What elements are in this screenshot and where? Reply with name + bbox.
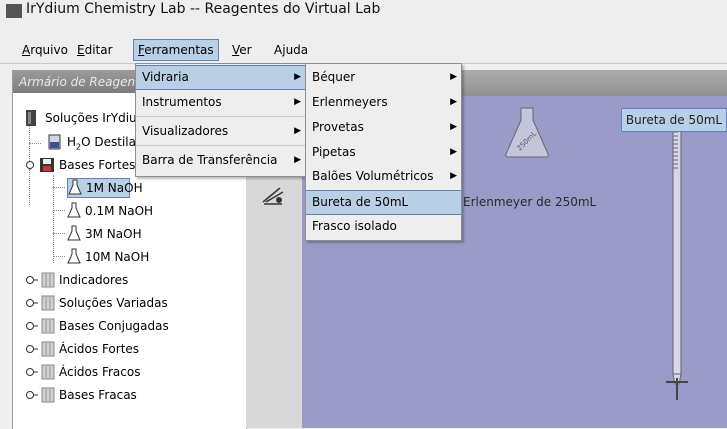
burette-label: Bureta de 50mL	[621, 108, 727, 132]
folder-icon	[41, 341, 55, 357]
menu-ajuda[interactable]: Ajuda	[270, 40, 312, 60]
menu-item-label: Barra de Transferência	[142, 153, 278, 167]
submenu-arrow-icon: ▶	[450, 122, 457, 132]
tree-item-label: Indicadores	[59, 273, 129, 287]
bottle-icon	[26, 110, 36, 126]
menu-item-label: Visualizadores	[142, 124, 229, 138]
menu-item-vidraria[interactable]: Vidraria ▶	[136, 65, 305, 90]
window-title-bar: IrYdium Chemistry Lab -- Reagentes do Vi…	[0, 0, 727, 22]
flask-icon	[67, 225, 81, 241]
menu-item-barra-transferencia[interactable]: Barra de Transferência ▶	[136, 148, 305, 173]
tree-item-label: 3M NaOH	[85, 227, 142, 241]
stockroom-title: Armário de Reagentes	[19, 75, 154, 89]
tree-item-label: 10M NaOH	[85, 250, 150, 264]
menu-label: uda	[285, 43, 309, 57]
submenu-arrow-icon: ▶	[294, 72, 301, 82]
menu-item-instrumentos[interactable]: Instrumentos ▶	[136, 90, 305, 115]
menu-item-bureta-50ml[interactable]: Bureta de 50mL	[306, 190, 461, 215]
menu-item-baloes-volumetricos[interactable]: Balões Volumétricos ▶	[306, 164, 461, 189]
flask-icon	[67, 202, 81, 218]
menu-item-pipetas[interactable]: Pipetas ▶	[306, 140, 461, 165]
ferramentas-menu: Vidraria ▶ Instrumentos ▶ Visualizadores ▶ …	[135, 63, 306, 177]
expand-toggle-icon[interactable]	[25, 390, 39, 400]
folder-icon	[41, 272, 55, 288]
expand-toggle-icon[interactable]	[25, 298, 39, 308]
menu-item-visualizadores[interactable]: Visualizadores ▶	[136, 119, 305, 144]
menu-item-bequer[interactable]: Béquer ▶	[306, 65, 461, 90]
submenu-arrow-icon: ▶	[294, 155, 301, 165]
folder-icon	[41, 318, 55, 334]
menu-label: ditar	[84, 43, 113, 57]
menu-separator	[136, 145, 305, 146]
menu-item-label: Instrumentos	[142, 95, 222, 109]
menu-separator	[136, 116, 305, 117]
submenu-arrow-icon: ▶	[294, 126, 301, 136]
folder-icon	[41, 387, 55, 403]
mixing-icon[interactable]	[260, 184, 286, 206]
tree-item-label: H	[67, 135, 77, 149]
tree-item-1m-naoh[interactable]: 1M NaOH	[67, 178, 143, 198]
window-title: IrYdium Chemistry Lab -- Reagentes do Vi…	[26, 1, 381, 17]
menu-label: A	[274, 43, 283, 57]
submenu-arrow-icon: ▶	[450, 97, 457, 107]
submenu-arrow-icon: ▶	[450, 171, 457, 181]
tree-item-label: Bases Fracas	[59, 388, 137, 402]
menu-arquivo[interactable]: Arquivo	[18, 40, 72, 60]
menu-editar[interactable]: Editar	[73, 40, 117, 60]
flask-icon	[67, 248, 81, 264]
menu-item-frasco-isolado[interactable]: Frasco isolado	[306, 214, 461, 239]
submenu-arrow-icon: ▶	[294, 97, 301, 107]
menu-mnemonic: A	[22, 43, 31, 57]
submenu-arrow-icon: ▶	[450, 72, 457, 82]
tree-item-label: 1M NaOH	[86, 181, 143, 195]
menu-item-label: Erlenmeyers	[312, 95, 388, 109]
folder-icon	[40, 158, 54, 172]
tree-item-label: Soluções IrYdium	[45, 111, 149, 125]
tree-item-label: 0.1M NaOH	[85, 204, 154, 218]
erlenmeyer-label: Erlenmeyer de 250mL	[463, 195, 597, 209]
menu-item-label: Vidraria	[142, 70, 189, 84]
beaker-icon	[48, 134, 61, 150]
erlenmeyer-flask[interactable]: 250mL	[502, 106, 552, 158]
expand-toggle-icon[interactable]	[25, 321, 39, 331]
submenu-arrow-icon: ▶	[450, 147, 457, 157]
tree-item-label: Ácidos Fortes	[59, 342, 140, 356]
menu-item-erlenmeyers[interactable]: Erlenmeyers ▶	[306, 90, 461, 115]
tree-item-label: Bases Fortes	[59, 158, 136, 172]
tree-item-label: Ácidos Fracos	[59, 365, 141, 379]
menu-label: erramentas	[144, 43, 214, 57]
expand-toggle-icon[interactable]	[25, 367, 39, 377]
tree-item-label: Bases Conjugadas	[59, 319, 169, 333]
app-icon	[6, 4, 22, 18]
vidraria-submenu: Béquer ▶ Erlenmeyers ▶ Provetas ▶ Pipetas ▶ …	[305, 63, 462, 241]
menu-item-label: Frasco isolado	[312, 219, 397, 233]
collapse-toggle-icon[interactable]	[25, 160, 35, 170]
expand-toggle-icon[interactable]	[25, 275, 39, 285]
folder-icon	[41, 295, 55, 311]
menu-label: er	[239, 43, 252, 57]
menu-ver[interactable]: Ver	[228, 40, 256, 60]
menu-item-label: Béquer	[312, 70, 356, 84]
flask-icon	[68, 179, 82, 195]
tree-item-label: Soluções Variadas	[59, 296, 168, 310]
menu-item-provetas[interactable]: Provetas ▶	[306, 115, 461, 140]
menu-item-label: Pipetas	[312, 145, 356, 159]
expand-toggle-icon[interactable]	[25, 344, 39, 354]
menu-item-label: Balões Volumétricos	[312, 169, 434, 183]
menu-item-label: Bureta de 50mL	[312, 195, 409, 209]
menu-item-label: Provetas	[312, 120, 364, 134]
menu-label: rquivo	[30, 43, 68, 57]
folder-icon	[41, 364, 55, 380]
menu-bar: Arquivo Editar Ferramentas Ver Ajuda	[0, 37, 727, 64]
menu-ferramentas[interactable]: Ferramentas	[133, 39, 219, 61]
menu-mnemonic: E	[77, 43, 85, 57]
burette[interactable]	[662, 116, 692, 406]
